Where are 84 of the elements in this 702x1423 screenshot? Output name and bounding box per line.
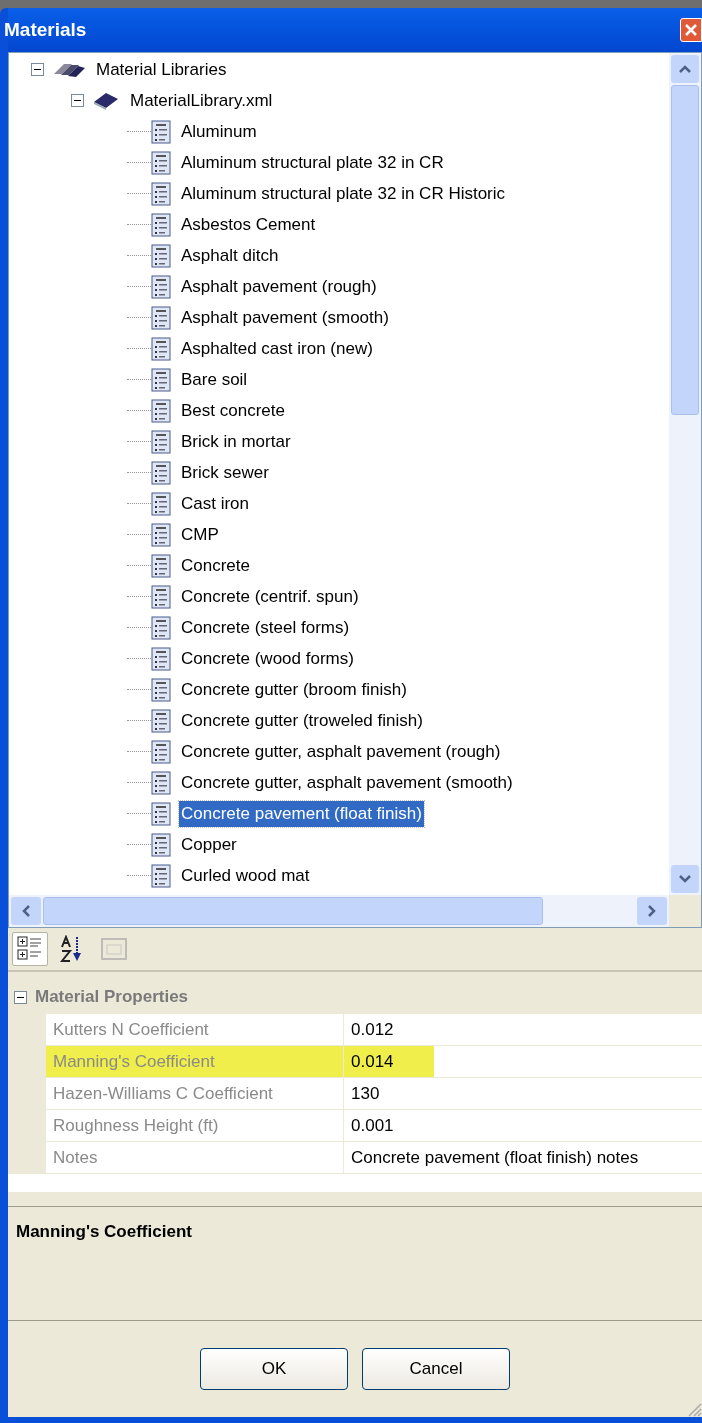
- chevron-down-icon: [679, 875, 691, 883]
- tree-item[interactable]: Asphalt pavement (rough): [179, 273, 379, 300]
- document-list-icon: [151, 212, 171, 237]
- chevron-up-icon: [679, 65, 691, 73]
- tree-item[interactable]: Concrete gutter, asphalt pavement (smooth): [179, 769, 515, 796]
- document-list-icon: [151, 119, 171, 144]
- tree-item[interactable]: Concrete pavement (float finish): [179, 800, 424, 827]
- document-list-icon: [151, 181, 171, 206]
- tree-item[interactable]: Concrete (steel forms): [179, 614, 352, 641]
- book-icon: [92, 90, 120, 111]
- category-header: Material Properties: [35, 986, 189, 1009]
- document-list-icon: [151, 739, 171, 764]
- sort-az-icon: [60, 935, 84, 963]
- property-value[interactable]: 0.001: [344, 1110, 410, 1141]
- tree-item[interactable]: Brick sewer: [179, 459, 271, 486]
- description-title: Manning's Coefficient: [16, 1222, 192, 1241]
- ok-button[interactable]: OK: [200, 1348, 348, 1390]
- document-list-icon: [151, 398, 171, 423]
- document-list-icon: [151, 832, 171, 857]
- property-name: Notes: [46, 1142, 344, 1173]
- tree-item[interactable]: Concrete gutter (troweled finish): [179, 707, 425, 734]
- property-value[interactable]: 0.012: [344, 1014, 410, 1045]
- tree-item[interactable]: Asbestos Cement: [179, 211, 318, 238]
- document-list-icon: [151, 770, 171, 795]
- tree-item[interactable]: Asphalted cast iron (new): [179, 335, 375, 362]
- chevron-left-icon: [22, 905, 30, 917]
- tree-item[interactable]: Material Libraries: [94, 56, 229, 83]
- categorized-button[interactable]: [12, 932, 48, 966]
- document-list-icon: [151, 274, 171, 299]
- document-list-icon: [151, 305, 171, 330]
- collapse-icon[interactable]: [71, 94, 84, 107]
- property-value[interactable]: 130: [344, 1078, 396, 1109]
- close-button[interactable]: [680, 18, 702, 42]
- tree-item[interactable]: Asphalt ditch: [179, 242, 281, 269]
- property-name: Manning's Coefficient: [46, 1046, 344, 1077]
- document-list-icon: [151, 522, 171, 547]
- document-list-icon: [151, 243, 171, 268]
- document-list-icon: [151, 491, 171, 516]
- tree-item[interactable]: Concrete gutter, asphalt pavement (rough): [179, 738, 503, 765]
- horizontal-scrollbar[interactable]: [9, 895, 669, 927]
- tree-item[interactable]: Copper: [179, 831, 239, 858]
- tree-item[interactable]: Brick in mortar: [179, 428, 293, 455]
- property-value[interactable]: Concrete pavement (float finish) notes: [344, 1142, 655, 1173]
- tree-item[interactable]: Concrete: [179, 552, 252, 579]
- document-list-icon: [151, 150, 171, 175]
- property-name: Kutters N Coefficient: [46, 1014, 344, 1045]
- document-list-icon: [151, 677, 171, 702]
- collapse-icon[interactable]: [31, 63, 44, 76]
- document-list-icon: [151, 553, 171, 578]
- tree-item[interactable]: Curled wood mat: [179, 862, 312, 889]
- document-list-icon: [151, 367, 171, 392]
- tree-item[interactable]: Aluminum: [179, 118, 259, 145]
- close-icon: [684, 23, 698, 37]
- document-list-icon: [151, 584, 171, 609]
- collapse-icon[interactable]: [14, 990, 27, 1004]
- document-list-icon: [151, 708, 171, 733]
- tree-item[interactable]: Asphalt pavement (smooth): [179, 304, 391, 331]
- tree-item[interactable]: MaterialLibrary.xml: [128, 87, 275, 114]
- tree-item[interactable]: Aluminum structural plate 32 in CR Historic: [179, 180, 508, 207]
- tree-item[interactable]: Concrete (centrif. spun): [179, 583, 361, 610]
- window-icon: [101, 938, 127, 960]
- tree-item[interactable]: Aluminum structural plate 32 in CR: [179, 149, 446, 176]
- window-title: Materials: [4, 17, 87, 42]
- tree-item[interactable]: Cast iron: [179, 490, 252, 517]
- tree-item[interactable]: Concrete (wood forms): [179, 645, 356, 672]
- category-list-icon: [17, 936, 43, 962]
- property-value[interactable]: 0.014: [344, 1046, 434, 1077]
- document-list-icon: [151, 646, 171, 671]
- tree-item[interactable]: Bare soil: [179, 366, 250, 393]
- document-list-icon: [151, 801, 171, 826]
- document-list-icon: [151, 460, 171, 485]
- tree-item[interactable]: CMP: [179, 521, 221, 548]
- resize-grip-icon: [686, 1401, 702, 1417]
- chevron-right-icon: [648, 905, 656, 917]
- tree-item[interactable]: Concrete gutter (broom finish): [179, 676, 409, 703]
- tree-item[interactable]: Best concrete: [179, 397, 287, 424]
- property-name: Roughness Height (ft): [46, 1110, 344, 1141]
- document-list-icon: [151, 863, 171, 888]
- document-list-icon: [151, 615, 171, 640]
- vertical-scrollbar[interactable]: [669, 53, 701, 895]
- property-name: Hazen-Williams C Coefficient: [46, 1078, 344, 1109]
- cancel-button[interactable]: Cancel: [362, 1348, 510, 1390]
- document-list-icon: [151, 336, 171, 361]
- document-list-icon: [151, 429, 171, 454]
